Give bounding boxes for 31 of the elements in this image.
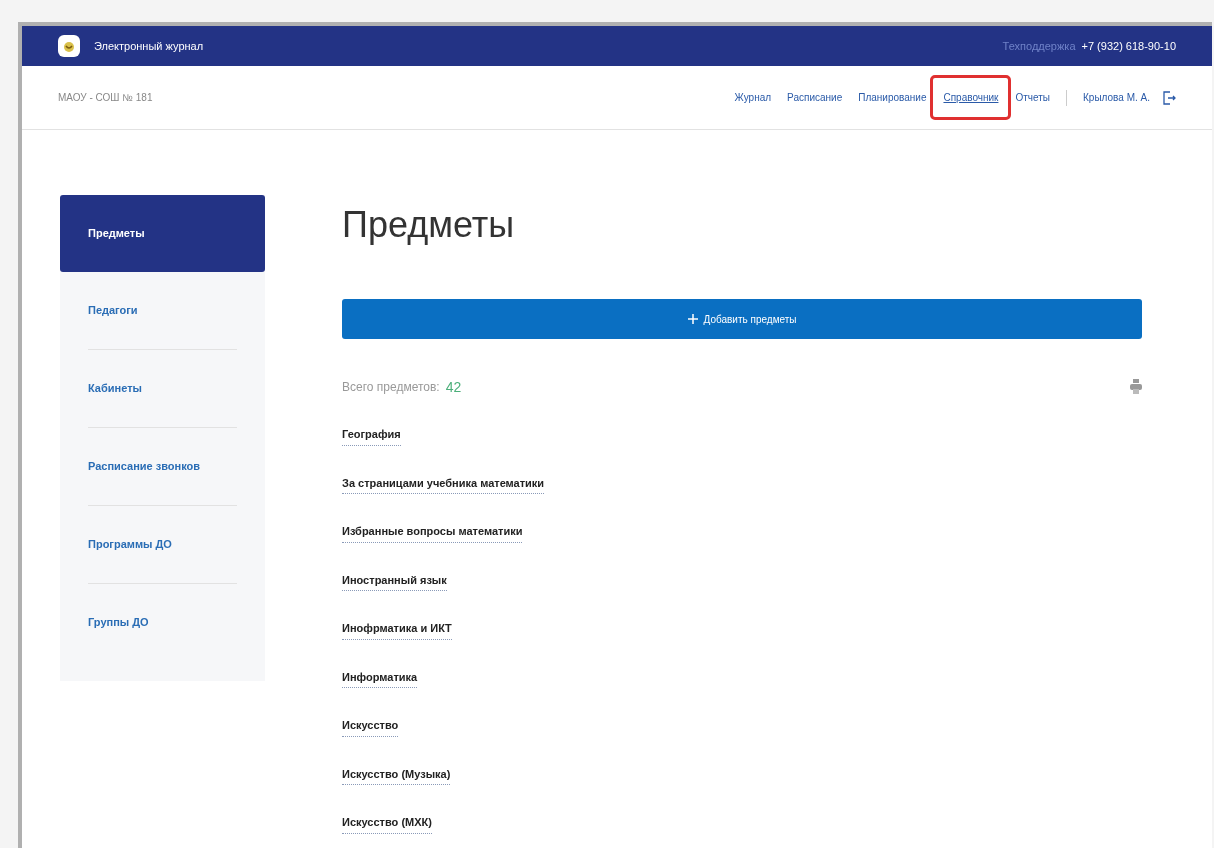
logout-icon[interactable] <box>1162 90 1176 105</box>
sidebar-item[interactable]: Кабинеты <box>88 350 237 427</box>
subject-link[interactable]: Избранные вопросы математики <box>342 523 523 543</box>
nav-link[interactable]: Справочник <box>930 75 1012 120</box>
page-title: Предметы <box>342 203 516 247</box>
user-name[interactable]: Крылова М. А. <box>1075 90 1158 105</box>
subject-link[interactable]: Искусство (Музыка) <box>342 765 451 785</box>
sidebar-item[interactable]: Группы ДО <box>88 584 237 661</box>
nav-link[interactable]: Журнал <box>726 75 780 120</box>
subject-link[interactable]: Искусство (МХК) <box>342 814 432 834</box>
subject-link[interactable]: География <box>342 426 401 446</box>
sidebar-item[interactable]: Расписание звонков <box>88 428 237 505</box>
subject-link[interactable]: За страницами учебника математики <box>342 474 545 494</box>
total-label: Всего предметов: <box>342 379 440 396</box>
add-button[interactable]: Добавить предметы <box>342 299 1142 339</box>
support-label: Техподдержка <box>1002 38 1076 54</box>
total-count: 42 <box>445 377 462 397</box>
nav-link[interactable]: Расписание <box>779 75 851 120</box>
sidebar-item[interactable]: Предметы <box>60 195 265 272</box>
school-name: МАОУ - СОШ № 181 <box>58 91 153 105</box>
subject-link[interactable]: Искусство <box>342 717 399 737</box>
plus-icon <box>687 314 698 324</box>
subject-link[interactable]: Информатика <box>342 668 418 688</box>
support-phone: +7 (932) 618-90-10 <box>1081 38 1176 54</box>
app-title: Электронный журнал <box>94 38 204 54</box>
sidebar-item[interactable]: Программы ДО <box>88 506 237 583</box>
print-icon[interactable] <box>1130 379 1142 395</box>
subject-link[interactable]: Инофрматика и ИКТ <box>342 620 452 640</box>
subject-link[interactable]: Иностранный язык <box>342 571 447 591</box>
sidebar-item[interactable]: Педагоги <box>88 272 237 349</box>
logo-icon <box>58 35 80 57</box>
